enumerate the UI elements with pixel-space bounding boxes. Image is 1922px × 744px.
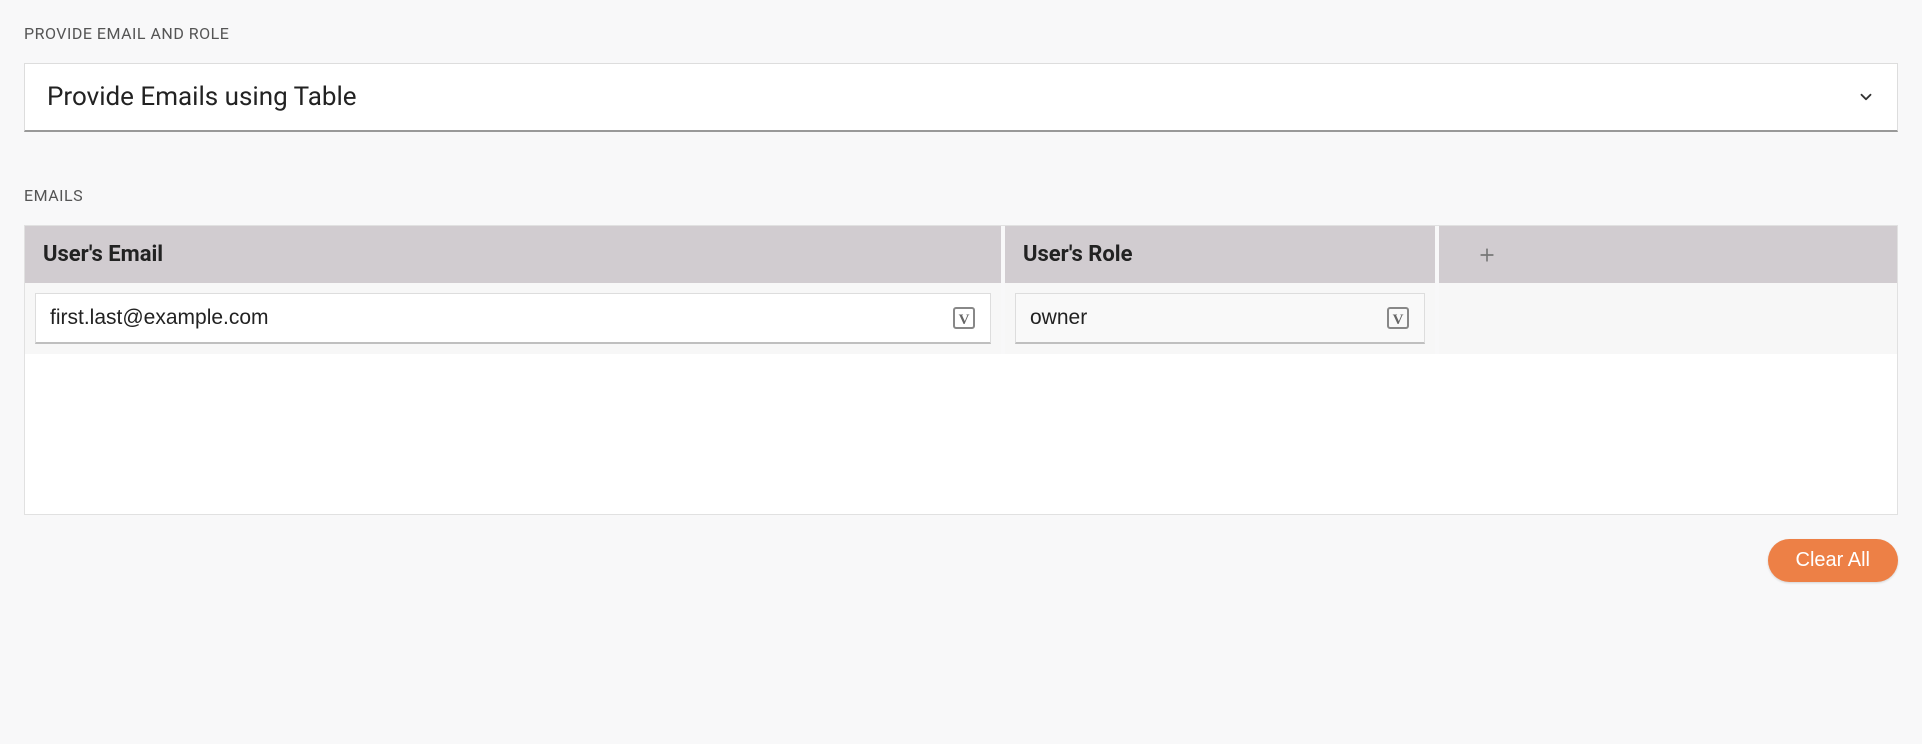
provide-emails-select[interactable]: Provide Emails using Table [24, 63, 1898, 132]
cell-role: V [1005, 283, 1439, 354]
plus-icon [1477, 245, 1497, 265]
emails-label: EMAILS [24, 186, 1898, 205]
section-label-provide-email-role: PROVIDE EMAIL AND ROLE [24, 24, 1898, 43]
svg-text:V: V [959, 312, 970, 328]
emails-table: User's Email User's Role V [24, 225, 1898, 515]
variable-icon[interactable]: V [952, 306, 976, 330]
actions-row: Clear All [24, 539, 1898, 582]
provide-emails-select-value: Provide Emails using Table [47, 82, 357, 112]
role-input[interactable] [1030, 306, 1378, 330]
chevron-down-icon [1857, 88, 1875, 106]
svg-text:V: V [1393, 312, 1404, 328]
clear-all-button[interactable]: Clear All [1768, 539, 1898, 582]
column-header-email[interactable]: User's Email [25, 226, 1005, 283]
role-input-wrapper: V [1015, 293, 1425, 344]
table-header: User's Email User's Role [25, 226, 1897, 283]
column-header-role[interactable]: User's Role [1005, 226, 1439, 283]
table-row: V V [25, 283, 1897, 354]
variable-icon[interactable]: V [1386, 306, 1410, 330]
add-column-button[interactable] [1439, 226, 1535, 283]
email-input[interactable] [50, 306, 944, 330]
cell-email: V [25, 283, 1005, 354]
cell-blank [1439, 283, 1535, 354]
table-empty-area[interactable] [25, 354, 1897, 514]
email-input-wrapper: V [35, 293, 991, 344]
